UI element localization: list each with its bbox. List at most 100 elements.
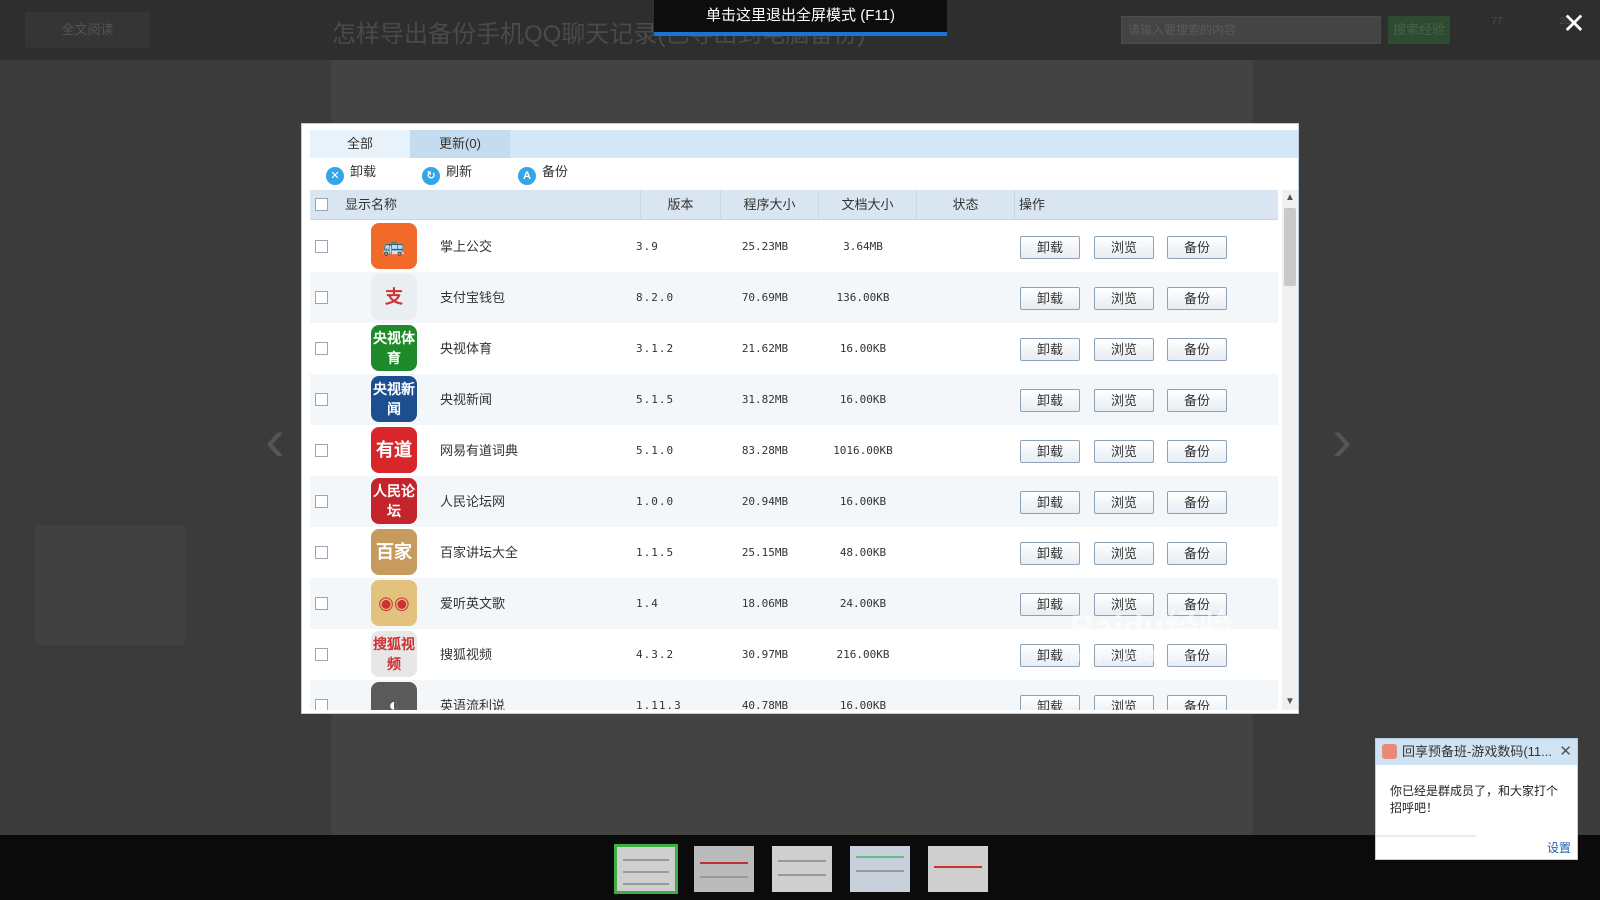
row-checkbox[interactable] (315, 699, 328, 710)
app-doc-size: 16.00KB (839, 495, 887, 508)
column-version[interactable]: 版本 (641, 190, 721, 220)
table-row[interactable]: 🚌 掌上公交 3.9 25.23MB 3.64MB 卸载 浏览 备份 (310, 221, 1278, 272)
app-program-size: 83.28MB (741, 444, 789, 457)
browse-button[interactable]: 浏览 (1094, 440, 1154, 463)
table-row[interactable]: 人民论坛 人民论坛网 1.0.0 20.94MB 16.00KB 卸载 浏览 备份 (310, 476, 1278, 527)
app-icon: 支 (371, 274, 417, 320)
app-doc-size: 16.00KB (839, 393, 887, 406)
app-program-size: 70.69MB (741, 291, 789, 304)
app-version: 1.11.3 (636, 699, 682, 710)
backup-button[interactable]: 备份 (1167, 287, 1227, 310)
scroll-up-icon[interactable]: ▲ (1282, 190, 1298, 206)
banner-progress-bar (654, 32, 947, 36)
table-header: 显示名称 版本 程序大小 文档大小 状态 操作 (310, 190, 1278, 220)
browse-button[interactable]: 浏览 (1094, 491, 1154, 514)
backup-button[interactable]: 备份 (1167, 389, 1227, 412)
table-row[interactable]: 央视体育 央视体育 3.1.2 21.62MB 16.00KB 卸载 浏览 备份 (310, 323, 1278, 374)
notification-settings-link[interactable]: 设置 (1547, 839, 1571, 856)
prev-page-arrow-icon[interactable]: ‹ (255, 405, 295, 475)
table-row[interactable]: ◐ 英语流利说 1.11.3 40.78MB 16.00KB 卸载 浏览 备份 (310, 680, 1278, 710)
refresh-tool-button[interactable]: ↻ 刷新 (422, 162, 472, 185)
uninstall-button[interactable]: 卸载 (1020, 287, 1080, 310)
backup-button[interactable]: 备份 (1167, 695, 1227, 710)
uninstall-button[interactable]: 卸载 (1020, 338, 1080, 361)
uninstall-button[interactable]: 卸载 (1020, 491, 1080, 514)
tab-updates[interactable]: 更新(0) (410, 130, 510, 158)
backup-button[interactable]: 备份 (1167, 440, 1227, 463)
table-row[interactable]: 有道 网易有道词典 5.1.0 83.28MB 1016.00KB 卸载 浏览 备份 (310, 425, 1278, 476)
row-checkbox[interactable] (315, 393, 328, 406)
app-program-size: 20.94MB (741, 495, 789, 508)
app-version: 3.9 (636, 240, 659, 253)
backup-button[interactable]: 备份 (1167, 542, 1227, 565)
uninstall-tool-label: 卸载 (350, 164, 377, 179)
thumbnail-5[interactable] (926, 844, 990, 894)
exit-fullscreen-label: 单击这里退出全屏模式 (F11) (706, 7, 895, 24)
scroll-down-icon[interactable]: ▼ (1282, 694, 1298, 710)
table-row[interactable]: 百家 百家讲坛大全 1.1.5 25.15MB 48.00KB 卸载 浏览 备份 (310, 527, 1278, 578)
backup-button[interactable]: 备份 (1167, 491, 1227, 514)
row-checkbox[interactable] (315, 291, 328, 304)
table-row[interactable]: 央视新闻 央视新闻 5.1.5 31.82MB 16.00KB 卸载 浏览 备份 (310, 374, 1278, 425)
next-page-arrow-icon[interactable]: › (1322, 405, 1362, 475)
app-icon: 百家 (371, 529, 417, 575)
table-row[interactable]: 支 支付宝钱包 8.2.0 70.69MB 136.00KB 卸载 浏览 备份 (310, 272, 1278, 323)
search-input[interactable]: 请输入要搜索的内容 (1121, 16, 1381, 44)
scrollbar-thumb[interactable] (1284, 208, 1296, 286)
app-icon: 央视体育 (371, 325, 417, 371)
app-name: 爱听英文歌 (440, 596, 506, 611)
app-doc-size: 3.64MB (843, 240, 883, 253)
row-checkbox[interactable] (315, 597, 328, 610)
app-version: 5.1.0 (636, 444, 675, 457)
row-checkbox[interactable] (315, 444, 328, 457)
app-name: 搜狐视频 (440, 647, 493, 662)
app-icon: 人民论坛 (371, 478, 417, 524)
app-version: 4.3.2 (636, 648, 675, 661)
backup-tool-button[interactable]: A 备份 (518, 162, 569, 185)
tab-all[interactable]: 全部 (310, 130, 410, 158)
browse-button[interactable]: 浏览 (1094, 389, 1154, 412)
app-version: 8.2.0 (636, 291, 675, 304)
backup-tool-label: 备份 (542, 164, 569, 179)
column-display-name[interactable]: 显示名称 (335, 190, 641, 220)
column-doc-size[interactable]: 文档大小 (819, 190, 917, 220)
thumbnail-3[interactable] (770, 844, 834, 894)
backup-button[interactable]: 备份 (1167, 236, 1227, 259)
row-checkbox[interactable] (315, 648, 328, 661)
app-name: 网易有道词典 (440, 443, 519, 458)
row-checkbox[interactable] (315, 546, 328, 559)
row-checkbox[interactable] (315, 495, 328, 508)
uninstall-button[interactable]: 卸载 (1020, 440, 1080, 463)
search-button[interactable]: 搜索经验 (1388, 16, 1450, 44)
uninstall-tool-button[interactable]: ✕ 卸载 (326, 162, 377, 185)
uninstall-button[interactable]: 卸载 (1020, 542, 1080, 565)
exit-fullscreen-banner[interactable]: 单击这里退出全屏模式 (F11) (654, 0, 947, 36)
column-program-size[interactable]: 程序大小 (721, 190, 819, 220)
qq-notification[interactable]: 回享预备班-游戏数码(11... ✕ 你已经是群成员了，和大家打个招呼吧！ 设置 (1375, 738, 1578, 860)
row-checkbox[interactable] (315, 342, 328, 355)
browse-button[interactable]: 浏览 (1094, 695, 1154, 710)
select-all-checkbox[interactable] (315, 198, 328, 211)
thumbnail-4[interactable] (848, 844, 912, 894)
app-version: 1.1.5 (636, 546, 675, 559)
thumbnail-2[interactable] (692, 844, 756, 894)
close-icon[interactable]: ✕ (1560, 10, 1588, 38)
browse-button[interactable]: 浏览 (1094, 287, 1154, 310)
browse-button[interactable]: 浏览 (1094, 338, 1154, 361)
app-icon: 有道 (371, 427, 417, 473)
uninstall-button[interactable]: 卸载 (1020, 695, 1080, 710)
vertical-scrollbar[interactable]: ▲ ▼ (1282, 190, 1298, 710)
fulltext-button[interactable]: 全文阅读 (25, 12, 150, 48)
browse-button[interactable]: 浏览 (1094, 542, 1154, 565)
app-doc-size: 48.00KB (839, 546, 887, 559)
browse-button[interactable]: 浏览 (1094, 236, 1154, 259)
app-name: 支付宝钱包 (440, 290, 506, 305)
notification-close-icon[interactable]: ✕ (1559, 739, 1572, 765)
row-checkbox[interactable] (315, 240, 328, 253)
thumbnail-1[interactable] (614, 844, 678, 894)
uninstall-button[interactable]: 卸载 (1020, 236, 1080, 259)
uninstall-button[interactable]: 卸载 (1020, 389, 1080, 412)
backup-button[interactable]: 备份 (1167, 338, 1227, 361)
app-doc-size: 1016.00KB (833, 444, 893, 457)
column-status[interactable]: 状态 (917, 190, 1015, 220)
